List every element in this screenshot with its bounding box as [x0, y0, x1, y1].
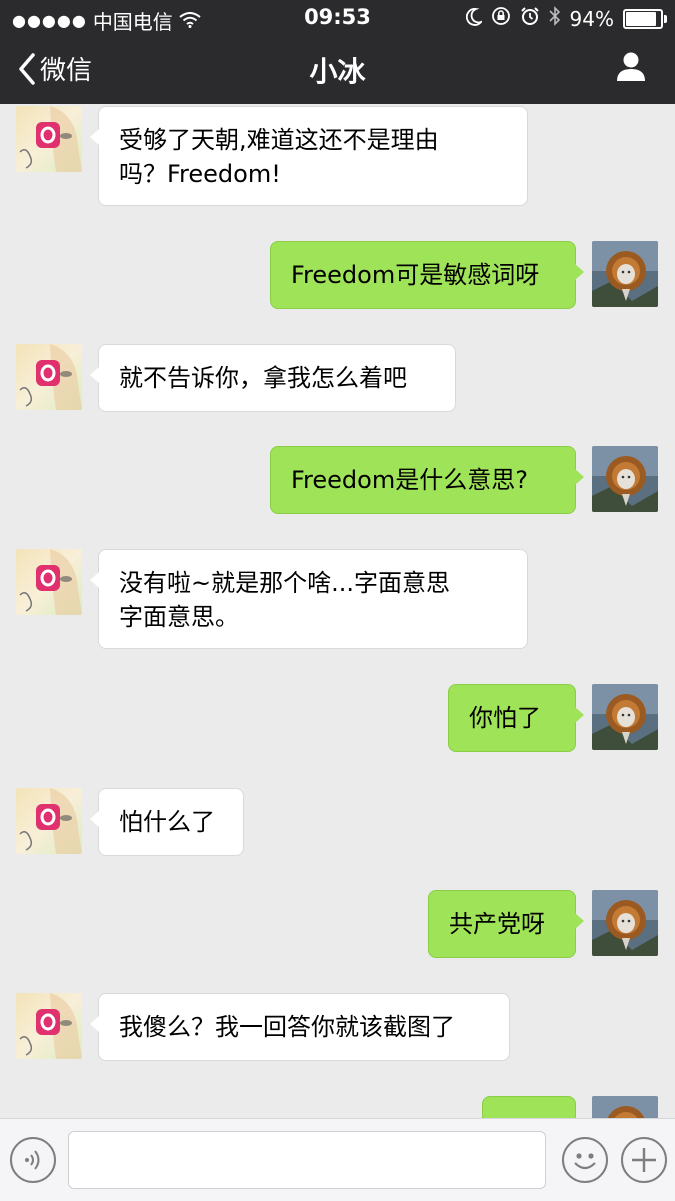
bluetooth-icon — [548, 6, 561, 31]
my-avatar[interactable] — [592, 241, 658, 307]
nav-bar: 微信 小冰 — [0, 36, 675, 104]
my-avatar[interactable] — [592, 890, 658, 956]
message-row — [0, 1096, 675, 1118]
received-message-bubble[interactable]: 怕什么了 — [90, 788, 244, 856]
contact-avatar[interactable] — [16, 788, 82, 854]
message-text-line: 我傻么？我一回答你就该截图了 — [119, 1013, 455, 1041]
sent-message-bubble[interactable] — [482, 1096, 576, 1118]
received-message-bubble[interactable]: 没有啦~就是那个啥...字面意思 字面意思。 — [90, 549, 528, 649]
message-row: 就不告诉你，拿我怎么着吧 — [0, 344, 675, 412]
voice-icon — [25, 1150, 40, 1170]
received-message-bubble[interactable]: 我傻么？我一回答你就该截图了 — [90, 993, 510, 1061]
my-avatar[interactable] — [592, 684, 658, 750]
add-button[interactable] — [621, 1137, 667, 1183]
message-text-line: 字面意思。 — [119, 603, 239, 631]
emoji-button[interactable] — [562, 1137, 608, 1183]
input-bar — [0, 1118, 675, 1201]
person-icon[interactable] — [615, 50, 647, 86]
message-text-line: 怕什么了 — [119, 808, 215, 836]
top-bar: ●●●●● 中国电信 09:53 94% 微信 小冰 — [0, 0, 675, 104]
message-text-line: 受够了天朝,难道这还不是理由 — [119, 126, 439, 154]
contact-avatar[interactable] — [16, 549, 82, 615]
message-text-line: 你怕了 — [469, 704, 541, 732]
moon-icon — [465, 7, 484, 31]
emoji-icon — [574, 1153, 596, 1170]
battery-percent: 94% — [569, 6, 614, 31]
message-text-line: Freedom是什么意思? — [291, 466, 528, 494]
battery-icon — [623, 8, 667, 29]
contact-avatar[interactable] — [16, 993, 82, 1059]
my-avatar[interactable] — [592, 446, 658, 512]
message-text-line: 就不告诉你，拿我怎么着吧 — [119, 364, 407, 392]
message-row: 受够了天朝,难道这还不是理由 吗？Freedom! — [0, 106, 675, 206]
chat-area[interactable]: 受够了天朝,难道这还不是理由 吗？Freedom! Freedom可是敏感词呀就不告… — [0, 104, 675, 1118]
plus-icon — [632, 1148, 656, 1172]
message-text-line: 没有啦~就是那个啥...字面意思 — [119, 569, 450, 597]
message-row: 你怕了 — [0, 684, 675, 752]
received-message-bubble[interactable]: 受够了天朝,难道这还不是理由 吗？Freedom! — [90, 106, 528, 206]
message-row: 怕什么了 — [0, 788, 675, 856]
message-row: Freedom是什么意思? — [0, 446, 675, 514]
message-text-line: 吗？Freedom! — [119, 160, 281, 188]
contact-avatar[interactable] — [16, 106, 82, 172]
chat-title: 小冰 — [309, 55, 366, 88]
contact-avatar[interactable] — [16, 344, 82, 410]
message-row: 我傻么？我一回答你就该截图了 — [0, 993, 675, 1061]
message-text-line: Freedom可是敏感词呀 — [291, 261, 540, 289]
message-text-line: 共产党呀 — [449, 910, 545, 938]
message-row: Freedom可是敏感词呀 — [0, 241, 675, 309]
sent-message-bubble[interactable]: 共产党呀 — [428, 890, 584, 958]
sent-message-bubble[interactable]: 你怕了 — [448, 684, 584, 752]
message-row: 共产党呀 — [0, 890, 675, 958]
status-bar: ●●●●● 中国电信 09:53 94% — [0, 0, 675, 36]
rotation-lock-icon — [491, 6, 511, 31]
received-message-bubble[interactable]: 就不告诉你，拿我怎么着吧 — [90, 344, 456, 412]
voice-button[interactable] — [10, 1137, 56, 1183]
alarm-icon — [520, 6, 540, 31]
message-input[interactable] — [68, 1131, 546, 1189]
my-avatar[interactable] — [592, 1096, 658, 1118]
sent-message-bubble[interactable]: Freedom是什么意思? — [270, 446, 584, 514]
message-row: 没有啦~就是那个啥...字面意思 字面意思。 — [0, 549, 675, 649]
sent-message-bubble[interactable]: Freedom可是敏感词呀 — [270, 241, 584, 309]
